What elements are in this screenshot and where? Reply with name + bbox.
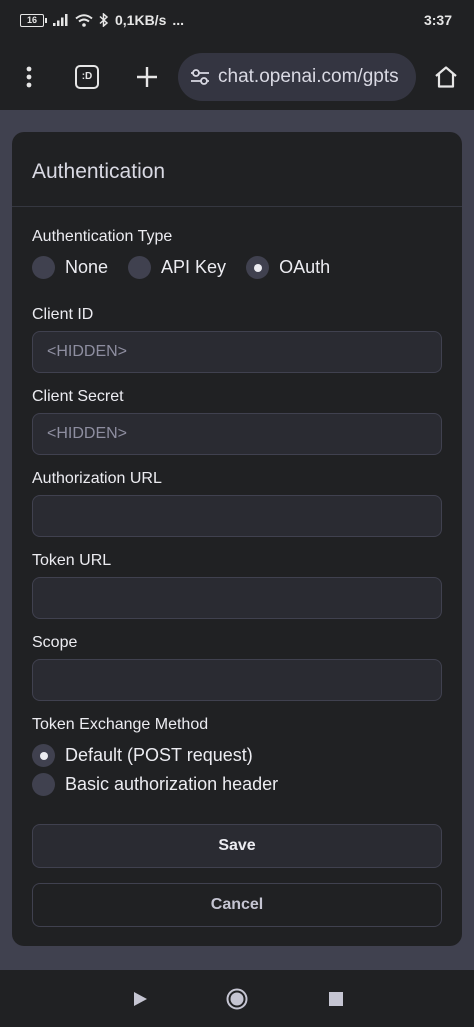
status-bar: 16 0,1KB/s ... 3:37 <box>0 0 474 44</box>
back-triangle-icon[interactable] <box>120 970 160 1027</box>
url-text: chat.openai.com/gpts <box>218 66 399 87</box>
bluetooth-icon <box>99 13 109 27</box>
status-time: 3:37 <box>423 12 452 28</box>
system-nav-bar <box>0 970 474 1027</box>
radio-api-key-label: API Key <box>161 257 227 277</box>
radio-none[interactable] <box>32 256 55 279</box>
auth-type-none[interactable]: None <box>32 256 108 279</box>
client-id-label: Client ID <box>32 306 94 323</box>
status-icons: 16 0,1KB/s ... <box>20 12 184 28</box>
client-secret-field[interactable] <box>32 413 442 455</box>
site-settings-icon[interactable] <box>188 68 212 86</box>
browser-toolbar: :D chat.openai.com/gpts <box>0 44 474 110</box>
scope-field[interactable] <box>32 659 442 701</box>
new-tab-icon[interactable] <box>132 44 162 110</box>
radio-basic-auth[interactable] <box>32 773 55 796</box>
more-notifications: ... <box>172 12 185 28</box>
token-exchange-label: Token Exchange Method <box>32 716 209 733</box>
radio-default-post[interactable] <box>32 744 55 767</box>
signal-icon <box>53 14 68 26</box>
network-speed: 0,1KB/s <box>115 12 167 28</box>
authorization-url-field[interactable] <box>32 495 442 537</box>
radio-basic-auth-label: Basic authorization header <box>65 774 279 794</box>
home-icon[interactable] <box>426 44 466 110</box>
authentication-dialog: Authentication Authentication Type None … <box>12 132 462 946</box>
radio-oauth-label: OAuth <box>279 257 331 277</box>
save-button[interactable]: Save <box>32 824 442 868</box>
token-exchange-default[interactable]: Default (POST request) <box>32 744 253 767</box>
scope-label: Scope <box>32 634 78 651</box>
client-secret-label: Client Secret <box>32 388 124 405</box>
cancel-button[interactable]: Cancel <box>32 883 442 927</box>
token-exchange-basic[interactable]: Basic authorization header <box>32 773 278 796</box>
radio-api-key[interactable] <box>128 256 152 279</box>
battery-level: 16 <box>20 13 44 27</box>
more-vert-icon[interactable] <box>16 44 42 110</box>
client-id-field[interactable] <box>32 331 442 373</box>
tab-switcher-icon[interactable]: :D <box>72 44 102 110</box>
dialog-title: Authentication <box>32 160 166 183</box>
radio-none-label: None <box>65 257 109 277</box>
battery-icon: 16 <box>20 13 47 27</box>
recents-square-icon[interactable] <box>316 970 356 1027</box>
radio-default-post-label: Default (POST request) <box>65 745 253 765</box>
page-backdrop: Authentication Authentication Type None … <box>0 110 474 970</box>
tab-count: :D <box>75 65 99 89</box>
auth-type-oauth[interactable]: OAuth <box>246 256 330 279</box>
address-bar[interactable]: chat.openai.com/gpts <box>178 53 416 101</box>
authorization-url-label: Authorization URL <box>32 470 162 487</box>
dialog-header: Authentication <box>12 132 462 207</box>
auth-type-label: Authentication Type <box>32 228 173 245</box>
home-circle-icon[interactable] <box>217 970 257 1027</box>
auth-type-api-key[interactable]: API Key <box>128 256 226 279</box>
token-url-label: Token URL <box>32 552 112 569</box>
auth-type-options: None API Key OAuth <box>32 256 350 279</box>
radio-oauth[interactable] <box>246 256 270 279</box>
wifi-icon <box>75 13 93 27</box>
token-url-field[interactable] <box>32 577 442 619</box>
